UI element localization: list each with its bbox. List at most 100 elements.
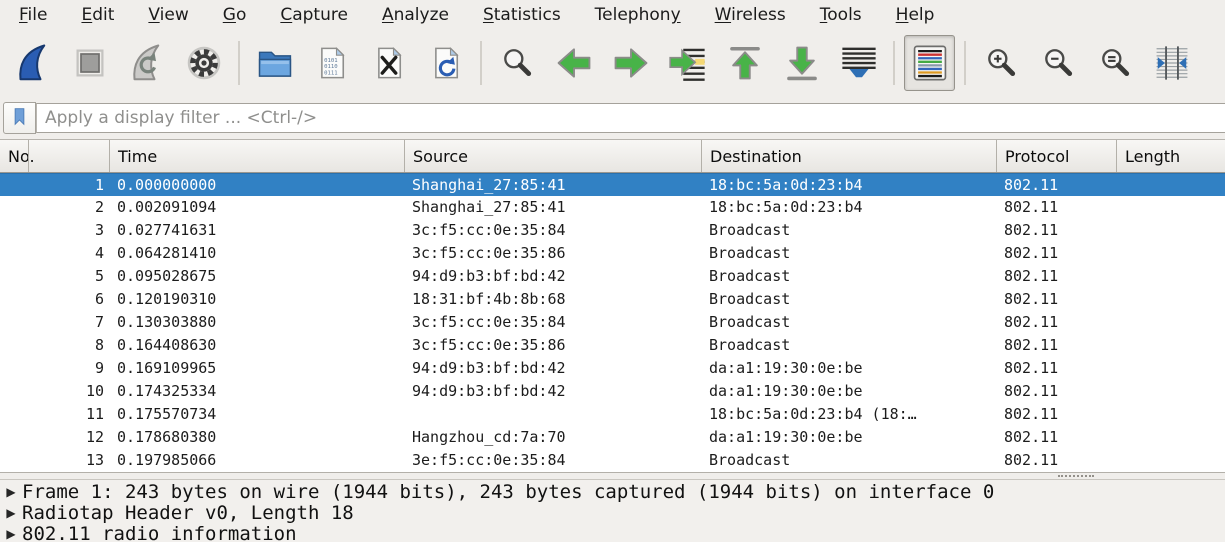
capture-options-button[interactable] bbox=[178, 35, 229, 91]
restart-capture-button[interactable] bbox=[121, 35, 172, 91]
menu-tools[interactable]: Tools bbox=[804, 3, 878, 27]
colorize-packets-icon bbox=[911, 44, 949, 82]
close-file-button[interactable] bbox=[363, 35, 414, 91]
pane-splitter[interactable] bbox=[0, 472, 1225, 480]
cell-protocol: 802.11 bbox=[997, 357, 1117, 380]
column-header-time[interactable]: Time bbox=[110, 140, 405, 172]
go-first-packet-button[interactable] bbox=[719, 35, 770, 91]
cell-destination: 18:bc:5a:0d:23:b4 bbox=[702, 196, 997, 219]
packet-row[interactable]: 50.09502867594:d9:b3:bf:bd:42Broadcast80… bbox=[0, 265, 1225, 288]
column-header-destination[interactable]: Destination bbox=[702, 140, 997, 172]
column-header-protocol[interactable]: Protocol bbox=[997, 140, 1117, 172]
svg-text:0101: 0101 bbox=[324, 58, 338, 64]
colorize-packets-button[interactable] bbox=[904, 35, 955, 91]
go-first-packet-icon bbox=[726, 44, 764, 82]
stop-capture-button[interactable] bbox=[64, 35, 115, 91]
menu-telephony[interactable]: Telephony bbox=[579, 3, 697, 27]
cell-time: 0.169109965 bbox=[110, 357, 405, 380]
cell-source: 3c:f5:cc:0e:35:84 bbox=[405, 311, 702, 334]
packet-row[interactable]: 70.1303038803c:f5:cc:0e:35:84Broadcast80… bbox=[0, 311, 1225, 334]
filter-bookmark-button[interactable] bbox=[3, 102, 36, 134]
packet-row[interactable]: 120.178680380Hangzhou_cd:7a:70da:a1:19:3… bbox=[0, 426, 1225, 449]
menu-go[interactable]: Go bbox=[207, 3, 263, 27]
cell-source: Shanghai_27:85:41 bbox=[405, 196, 702, 219]
start-capture-button[interactable] bbox=[7, 35, 58, 91]
toolbar-separator bbox=[893, 41, 895, 85]
menu-view[interactable]: View bbox=[132, 3, 204, 27]
auto-scroll-icon bbox=[840, 44, 878, 82]
cell-no: 1 bbox=[0, 174, 110, 196]
cell-no: 4 bbox=[0, 242, 110, 265]
go-forward-icon bbox=[612, 44, 650, 82]
save-file-button[interactable]: 010101100111 bbox=[306, 35, 357, 91]
cell-time: 0.027741631 bbox=[110, 219, 405, 242]
cell-no: 7 bbox=[0, 311, 110, 334]
detail-tree-item[interactable]: ▶802.11 radio information bbox=[0, 524, 1225, 542]
detail-tree-item[interactable]: ▶Radiotap Header v0, Length 18 bbox=[0, 503, 1225, 524]
packet-row[interactable]: 130.1979850663e:f5:cc:0e:35:84Broadcast8… bbox=[0, 449, 1225, 472]
packet-row[interactable]: 20.002091094Shanghai_27:85:4118:bc:5a:0d… bbox=[0, 196, 1225, 219]
cell-time: 0.064281410 bbox=[110, 242, 405, 265]
go-to-packet-button[interactable] bbox=[662, 35, 713, 91]
menu-analyze[interactable]: Analyze bbox=[366, 3, 465, 27]
capture-options-icon bbox=[185, 44, 223, 82]
expander-triangle-icon[interactable]: ▶ bbox=[0, 503, 22, 524]
menu-file[interactable]: File bbox=[3, 3, 63, 27]
cell-protocol: 802.11 bbox=[997, 311, 1117, 334]
cell-source: 94:d9:b3:bf:bd:42 bbox=[405, 357, 702, 380]
resize-columns-button[interactable] bbox=[1146, 35, 1197, 91]
auto-scroll-button[interactable] bbox=[833, 35, 884, 91]
filter-bar bbox=[0, 97, 1225, 139]
menu-capture[interactable]: Capture bbox=[264, 3, 364, 27]
column-header-no[interactable]: No. bbox=[0, 140, 110, 172]
toolbar-separator bbox=[964, 41, 966, 85]
cell-destination: da:a1:19:30:0e:be bbox=[702, 357, 997, 380]
packet-list: 10.000000000Shanghai_27:85:4118:bc:5a:0d… bbox=[0, 173, 1225, 472]
packet-row[interactable]: 40.0642814103c:f5:cc:0e:35:86Broadcast80… bbox=[0, 242, 1225, 265]
cell-time: 0.002091094 bbox=[110, 196, 405, 219]
packet-row[interactable]: 10.000000000Shanghai_27:85:4118:bc:5a:0d… bbox=[0, 173, 1225, 196]
cell-destination: da:a1:19:30:0e:be bbox=[702, 426, 997, 449]
bookmark-icon bbox=[9, 106, 30, 131]
display-filter-input[interactable] bbox=[36, 103, 1225, 133]
cell-length bbox=[1117, 174, 1225, 196]
expander-triangle-icon[interactable]: ▶ bbox=[0, 524, 22, 542]
go-last-packet-button[interactable] bbox=[776, 35, 827, 91]
zoom-in-button[interactable] bbox=[975, 35, 1026, 91]
column-header-length[interactable]: Length bbox=[1117, 140, 1225, 172]
cell-time: 0.197985066 bbox=[110, 449, 405, 472]
zoom-out-button[interactable] bbox=[1032, 35, 1083, 91]
menu-edit[interactable]: Edit bbox=[65, 3, 130, 27]
go-back-button[interactable] bbox=[548, 35, 599, 91]
packet-row[interactable]: 100.17432533494:d9:b3:bf:bd:42da:a1:19:3… bbox=[0, 380, 1225, 403]
cell-time: 0.095028675 bbox=[110, 265, 405, 288]
open-file-button[interactable] bbox=[249, 35, 300, 91]
cell-destination: Broadcast bbox=[702, 288, 997, 311]
packet-row[interactable]: 90.16910996594:d9:b3:bf:bd:42da:a1:19:30… bbox=[0, 357, 1225, 380]
menu-statistics[interactable]: Statistics bbox=[467, 3, 577, 27]
cell-destination: Broadcast bbox=[702, 334, 997, 357]
go-to-packet-icon bbox=[669, 44, 707, 82]
packet-row[interactable]: 80.1644086303c:f5:cc:0e:35:86Broadcast80… bbox=[0, 334, 1225, 357]
expander-triangle-icon[interactable]: ▶ bbox=[0, 482, 22, 503]
cell-no: 12 bbox=[0, 426, 110, 449]
cell-source: 3c:f5:cc:0e:35:86 bbox=[405, 334, 702, 357]
packet-row[interactable]: 60.12019031018:31:bf:4b:8b:68Broadcast80… bbox=[0, 288, 1225, 311]
start-capture-icon bbox=[13, 43, 53, 83]
detail-tree-item[interactable]: ▶Frame 1: 243 bytes on wire (1944 bits),… bbox=[0, 482, 1225, 503]
column-header-source[interactable]: Source bbox=[405, 140, 702, 172]
menu-wireless[interactable]: Wireless bbox=[699, 3, 802, 27]
go-forward-button[interactable] bbox=[605, 35, 656, 91]
svg-text:0111: 0111 bbox=[324, 70, 338, 76]
find-packet-button[interactable] bbox=[491, 35, 542, 91]
splitter-handle-icon bbox=[1058, 475, 1094, 477]
reload-file-button[interactable] bbox=[420, 35, 471, 91]
cell-source: 3c:f5:cc:0e:35:86 bbox=[405, 242, 702, 265]
cell-source bbox=[405, 403, 702, 426]
toolbar-separator bbox=[480, 41, 482, 85]
cell-length bbox=[1117, 357, 1225, 380]
zoom-original-button[interactable] bbox=[1089, 35, 1140, 91]
menu-help[interactable]: Help bbox=[880, 3, 951, 27]
packet-row[interactable]: 30.0277416313c:f5:cc:0e:35:84Broadcast80… bbox=[0, 219, 1225, 242]
packet-row[interactable]: 110.17557073418:bc:5a:0d:23:b4 (18:…802.… bbox=[0, 403, 1225, 426]
